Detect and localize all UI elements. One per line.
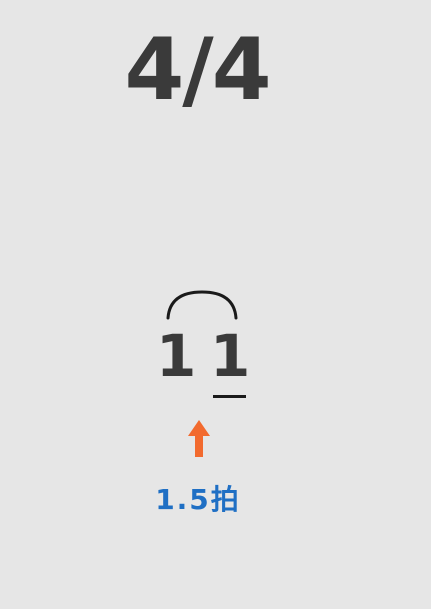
up-arrow-icon (188, 420, 210, 457)
time-signature: 4/4 (124, 20, 271, 120)
beat-duration-label: 1.5拍 (155, 483, 241, 516)
tie-arc-icon (166, 290, 238, 320)
note-1: 1 (156, 322, 197, 390)
note-underline (213, 395, 246, 398)
note-2: 1 (210, 322, 251, 390)
